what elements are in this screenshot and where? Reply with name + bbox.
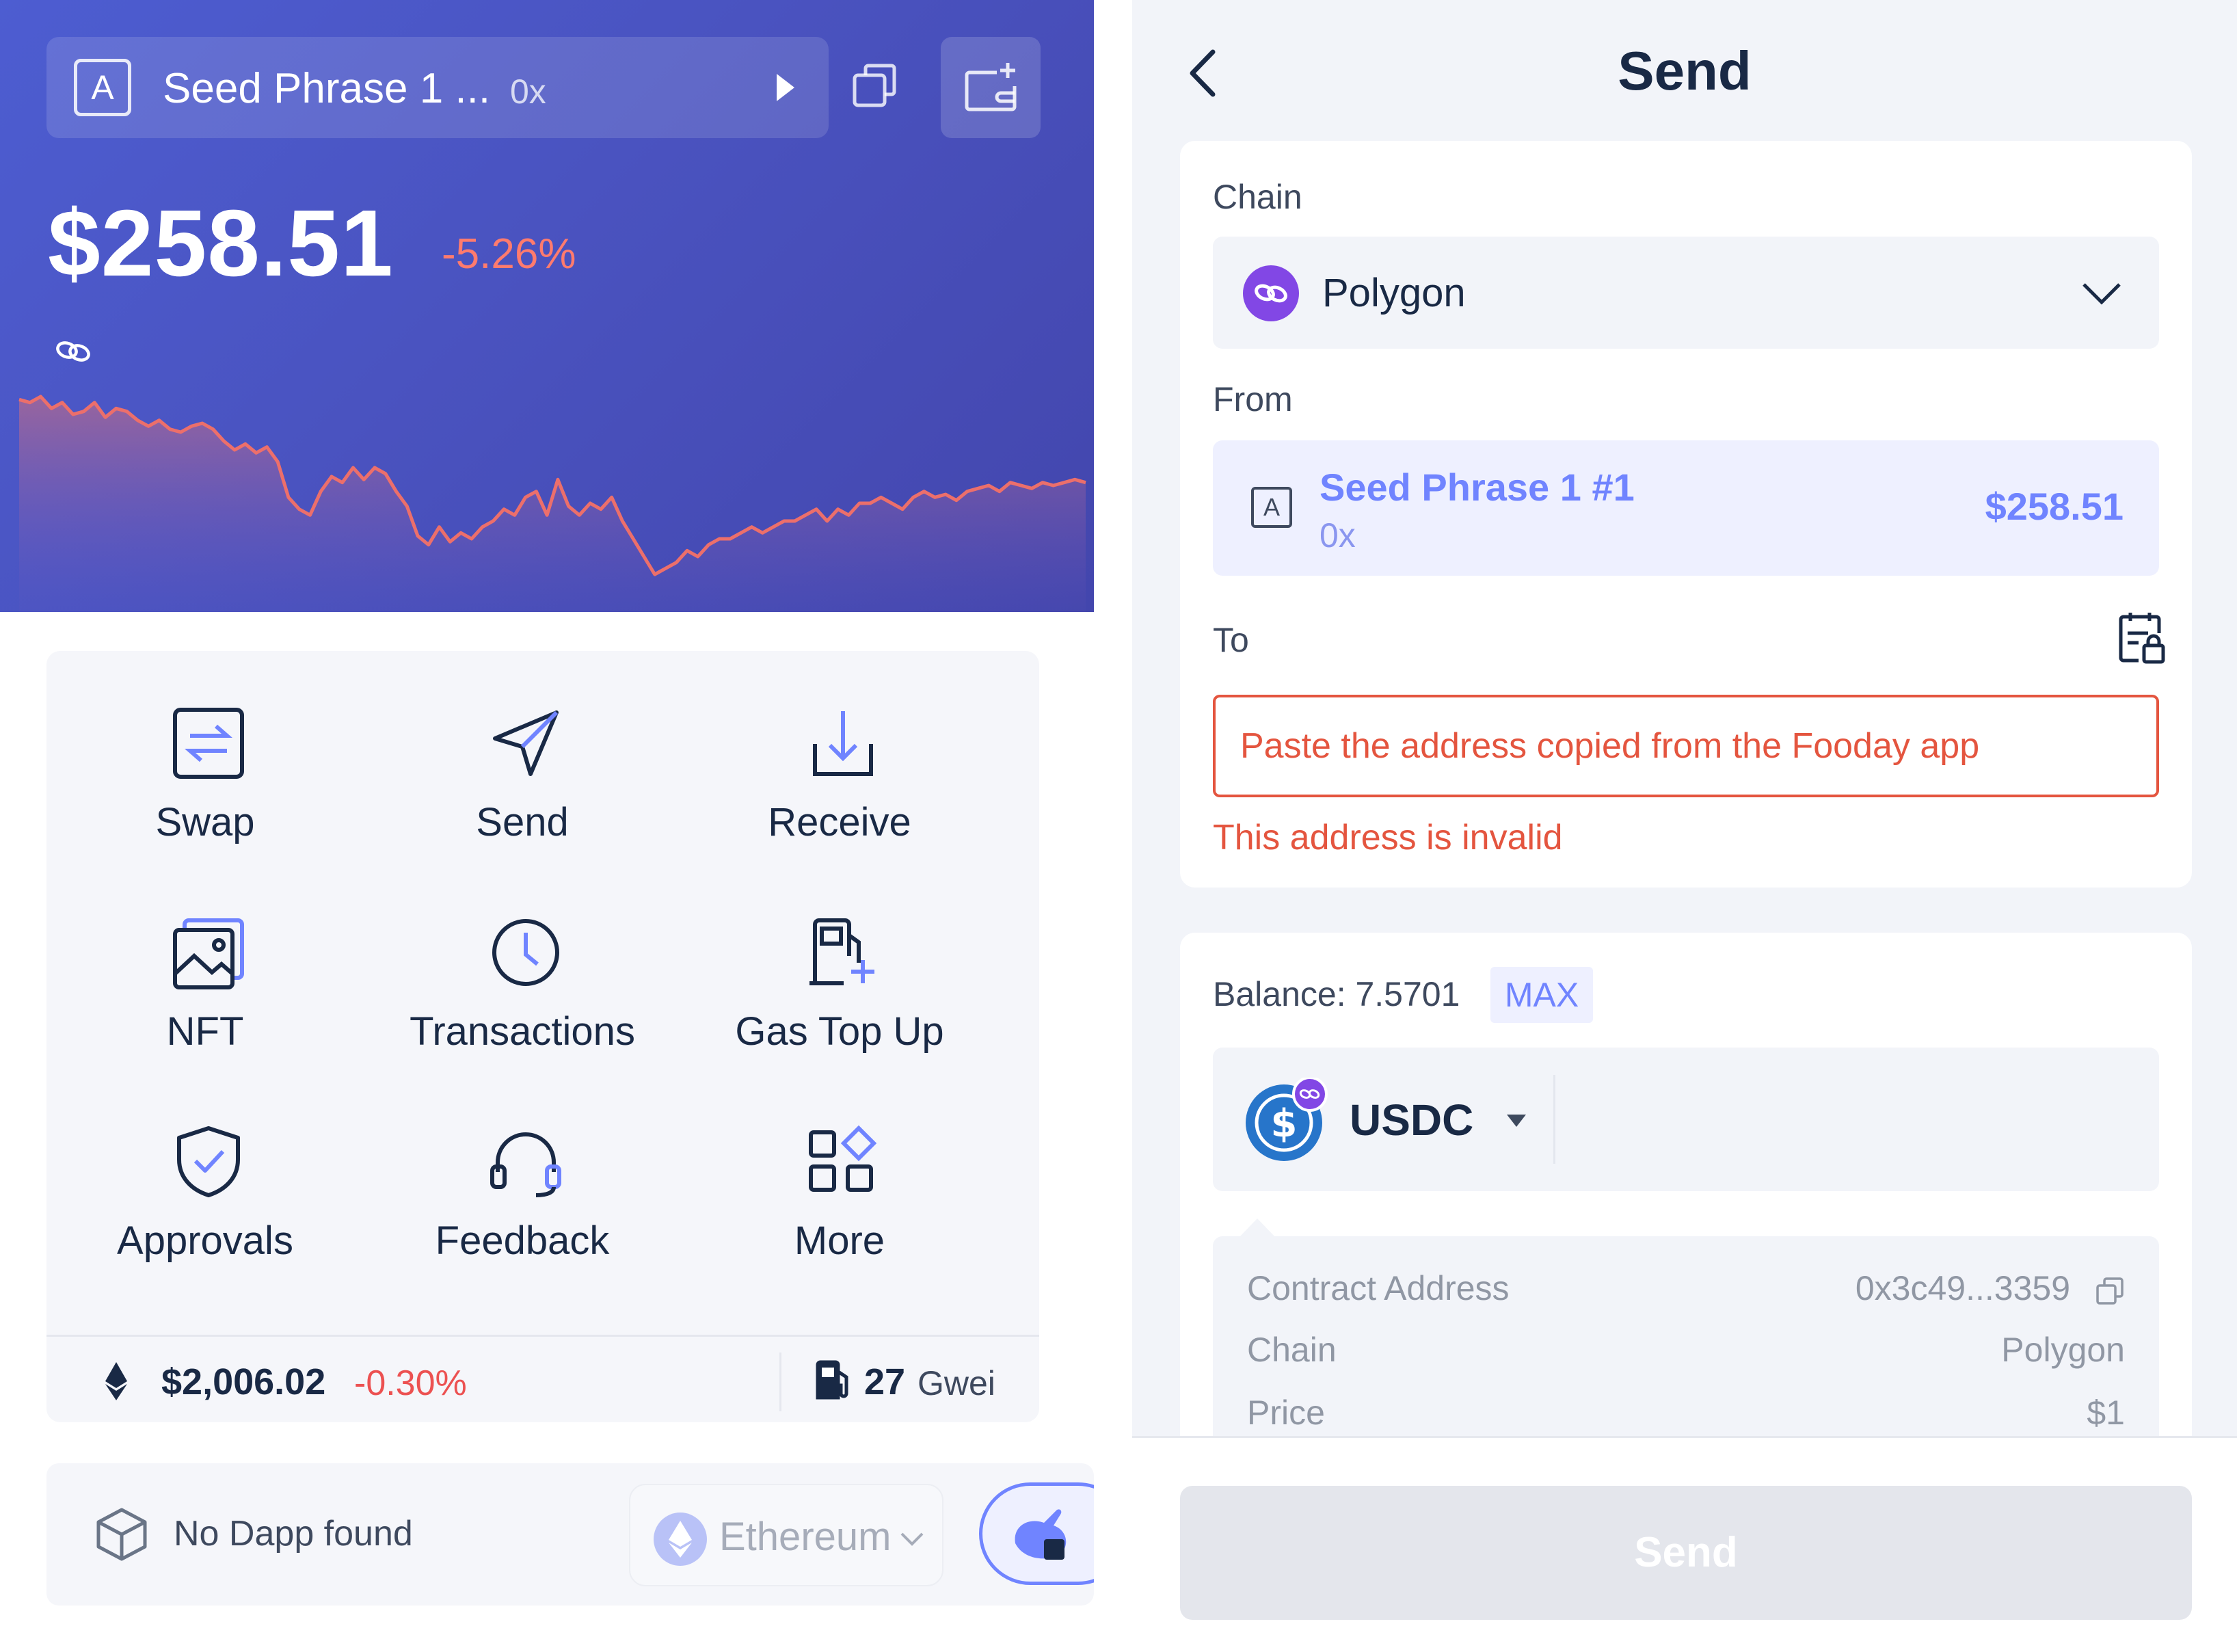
chain-select[interactable]: Polygon: [1213, 237, 2159, 349]
chain-label: Chain: [1213, 178, 1302, 216]
contract-address-row: Contract Address 0x3c49...3359: [1247, 1268, 2125, 1316]
send-icon: [493, 710, 559, 776]
balance-change: -5.26%: [442, 230, 576, 278]
from-account-name: Seed Phrase 1 #1: [1320, 466, 1635, 509]
token-chain-label: Chain: [1247, 1331, 1337, 1369]
usdc-icon: $: [1244, 1078, 1333, 1162]
address-error-message: This address is invalid: [1213, 818, 1563, 857]
pointer-arrow: [1239, 1218, 1276, 1238]
dapp-connection-bar: No Dapp found Ethereum: [46, 1463, 1094, 1606]
receive-icon: [813, 711, 873, 776]
more-label: More: [794, 1218, 885, 1263]
dapp-chain-label: Ethereum: [719, 1515, 892, 1559]
clock-icon: [492, 919, 559, 986]
from-account-balance: $258.51: [1985, 485, 2124, 528]
account-avatar: A: [1251, 487, 1292, 528]
chart-area: [19, 397, 1086, 612]
account-address: 0x: [510, 72, 546, 111]
gas-price-unit: Gwei: [917, 1364, 995, 1402]
gas-top-up-label: Gas Top Up: [735, 1009, 944, 1054]
divider: [779, 1353, 781, 1411]
contract-address-label: Contract Address: [1247, 1269, 1510, 1307]
polygon-icon: [1243, 265, 1299, 321]
add-wallet-button[interactable]: [941, 37, 1041, 138]
ethereum-chain-icon: [654, 1513, 707, 1566]
to-label: To: [1213, 621, 1249, 659]
feedback-action[interactable]: Feedback: [364, 1069, 681, 1275]
to-address-input[interactable]: Paste the address copied from the Fooday…: [1213, 695, 2159, 797]
token-symbol[interactable]: USDC: [1350, 1095, 1473, 1145]
send-screen: Send Chain Polygon From A Seed Phrase 1: [1132, 0, 2237, 1652]
nft-label: NFT: [166, 1009, 244, 1054]
gas-top-up-action[interactable]: Gas Top Up: [681, 860, 998, 1065]
receive-label: Receive: [768, 800, 911, 844]
receive-action[interactable]: Receive: [681, 651, 998, 856]
divider: [1553, 1075, 1555, 1164]
token-chain-row: Chain Polygon: [1247, 1329, 2125, 1377]
total-balance: $258.51: [48, 191, 394, 296]
token-price-label: Price: [1247, 1394, 1325, 1432]
transactions-action[interactable]: Transactions: [364, 860, 681, 1065]
send-footer: Send: [1132, 1436, 2237, 1652]
copy-address-icon[interactable]: [850, 62, 900, 111]
dapp-status: No Dapp found: [174, 1514, 413, 1554]
from-account-address: 0x: [1320, 516, 1356, 555]
nft-icon: [173, 918, 244, 989]
caret-down-icon[interactable]: [1505, 1113, 1527, 1128]
shield-icon: [177, 1126, 240, 1197]
feedback-label: Feedback: [435, 1218, 610, 1263]
dapp-chain-select[interactable]: Ethereum: [629, 1484, 943, 1586]
token-amount-row: $ USDC: [1213, 1048, 2159, 1191]
swap-action[interactable]: Swap: [46, 651, 364, 856]
send-button[interactable]: Send: [1180, 1486, 2192, 1620]
token-price-value: $1: [2087, 1394, 2125, 1432]
to-address-placeholder: Paste the address copied from the Fooday…: [1240, 726, 1980, 766]
grid-icon: [809, 1125, 877, 1192]
polygon-chain-icon: [53, 336, 94, 367]
token-chain-value: Polygon: [2001, 1331, 2125, 1369]
address-book-icon[interactable]: [2118, 610, 2166, 665]
swap-icon: [173, 708, 244, 779]
max-button[interactable]: MAX: [1490, 967, 1593, 1023]
gas-top-up-icon: [809, 918, 874, 985]
token-price-row: Price $1: [1247, 1392, 2125, 1440]
from-account: A Seed Phrase 1 #1 0x $258.51: [1213, 440, 2159, 576]
copy-icon[interactable]: [2095, 1276, 2125, 1306]
more-action[interactable]: More: [681, 1069, 998, 1275]
send-action[interactable]: Send: [364, 651, 681, 856]
chevron-down-icon: [900, 1532, 924, 1547]
rabbit-icon: [1015, 1509, 1067, 1560]
transactions-label: Transactions: [410, 1009, 635, 1054]
approvals-action[interactable]: Approvals: [46, 1069, 364, 1275]
page-title: Send: [1618, 40, 1752, 101]
contract-address-value: 0x3c49...3359: [1855, 1269, 2070, 1307]
balance-header: A Seed Phrase 1 ... 0x $258.51 -5.26%: [0, 0, 1094, 612]
eth-price: $2,006.02: [161, 1361, 326, 1402]
quick-actions-panel: Swap Send Receive NFT Transactions Gas T…: [46, 651, 1039, 1422]
wallet-home-panel: A Seed Phrase 1 ... 0x $258.51 -5.26% Sw…: [0, 0, 1094, 1652]
divider: [46, 1335, 1039, 1337]
ethereum-icon: [104, 1361, 129, 1402]
nft-action[interactable]: NFT: [46, 860, 364, 1065]
rabby-logo-button[interactable]: [979, 1482, 1094, 1585]
account-name: Seed Phrase 1 ...: [163, 65, 491, 112]
gas-price-value: 27: [864, 1361, 906, 1402]
svg-text:$: $: [1271, 1102, 1298, 1146]
token-balance: Balance: 7.5701: [1213, 975, 1460, 1013]
from-label: From: [1213, 380, 1293, 418]
account-switcher[interactable]: A Seed Phrase 1 ... 0x: [46, 37, 829, 138]
cube-icon: [96, 1507, 148, 1562]
approvals-label: Approvals: [117, 1218, 293, 1263]
headset-icon: [490, 1132, 561, 1197]
chain-value: Polygon: [1322, 271, 1466, 315]
gas-pump-icon: [812, 1359, 853, 1400]
send-details-card: Chain Polygon From A Seed Phrase 1 #1 0x: [1180, 141, 2192, 888]
balance-chart: [18, 395, 1086, 612]
account-avatar: A: [74, 59, 131, 116]
chevron-down-icon: [2081, 282, 2122, 305]
swap-label: Swap: [155, 800, 255, 844]
caret-right-icon: [771, 71, 799, 104]
eth-price-change: -0.30%: [354, 1363, 467, 1403]
send-label: Send: [476, 800, 569, 844]
